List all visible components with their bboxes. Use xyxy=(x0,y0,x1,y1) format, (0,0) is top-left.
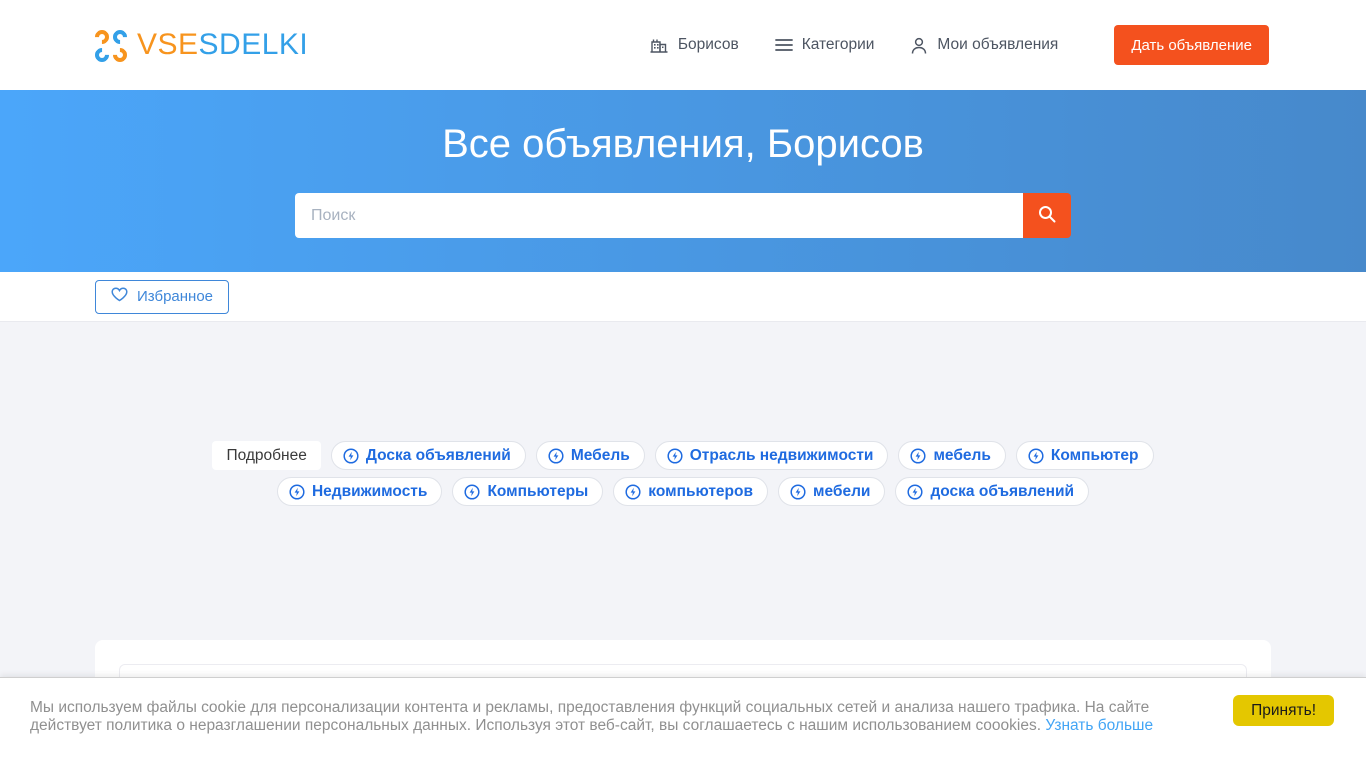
bolt-circle-icon xyxy=(907,483,924,500)
logo-text: VSESDELKI xyxy=(137,28,309,61)
nav-item-label: Категории xyxy=(801,36,875,53)
tag-chip[interactable]: мебели xyxy=(778,477,886,506)
tag-chip[interactable]: Мебель xyxy=(535,441,645,470)
bolt-circle-icon xyxy=(625,483,641,500)
tag-chip-label: Недвижимость xyxy=(311,482,428,500)
tag-chip-label: компьютеров xyxy=(648,482,753,500)
header: VSESDELKI Борисов Категории Мои объявлен… xyxy=(0,0,1366,90)
bolt-circle-icon xyxy=(667,447,683,464)
bolt-circle-icon xyxy=(548,447,564,464)
bolt-circle-icon xyxy=(790,483,806,500)
bolt-circle-icon xyxy=(464,483,480,500)
nav-item-categories[interactable]: Категории xyxy=(774,36,875,54)
tag-chip-label: мебель xyxy=(933,446,991,464)
bolt-circle-icon xyxy=(289,483,305,500)
tag-chip-label: мебели xyxy=(813,482,871,500)
favorites-button[interactable]: Избранное xyxy=(95,279,230,314)
post-ad-button[interactable]: Дать объявление xyxy=(1114,25,1269,65)
crescent-orange-icon xyxy=(92,27,112,47)
tag-chip[interactable]: Отрасль недвижимости xyxy=(654,441,889,470)
tag-chip-label: Мебель xyxy=(570,446,630,464)
search-input[interactable] xyxy=(295,193,1023,238)
tag-chip[interactable]: Недвижимость xyxy=(276,477,443,506)
tag-chip[interactable]: доска объявлений xyxy=(895,477,1090,506)
tag-chip[interactable]: Компьютеры xyxy=(452,477,604,506)
tag-chip-label: доска объявлений xyxy=(930,482,1075,500)
menu-icon xyxy=(774,38,793,52)
cookie-accept-button[interactable]: Принять! xyxy=(1233,695,1334,726)
crescent-blue-icon xyxy=(110,27,130,47)
cookie-banner: Мы используем файлы cookie для персонали… xyxy=(0,677,1366,768)
hero-banner: Все объявления, Борисов xyxy=(0,90,1366,272)
search-bar xyxy=(295,193,1071,238)
tag-chip-label: Отрасль недвижимости xyxy=(689,446,874,464)
tag-chip[interactable]: Компьютер xyxy=(1015,441,1154,470)
cookie-text: Мы используем файлы cookie для персонали… xyxy=(30,699,1166,734)
cookie-message: Мы используем файлы cookie для персонали… xyxy=(30,699,1150,734)
page-title: Все объявления, Борисов xyxy=(442,122,924,166)
nav-item-my-ads[interactable]: Мои объявления xyxy=(910,36,1058,55)
bolt-circle-icon xyxy=(343,447,359,464)
logo-crescents-icon xyxy=(92,27,130,65)
city-icon xyxy=(649,35,669,55)
site-logo[interactable]: VSESDELKI xyxy=(92,27,309,65)
tag-chip-label: Доска объявлений xyxy=(365,446,511,464)
tag-chip-label: Компьютеры xyxy=(487,482,589,500)
nav-item-city[interactable]: Борисов xyxy=(649,35,739,55)
tag-chip[interactable]: мебель xyxy=(898,441,1006,470)
tag-list: Подробнее Доска объявлений Мебель Отрасл… xyxy=(148,441,1218,506)
user-icon xyxy=(910,36,928,55)
nav-item-label: Мои объявления xyxy=(937,36,1059,53)
header-nav: Борисов Категории Мои объявления Дать об xyxy=(649,25,1269,65)
tag-chip-label: Компьютер xyxy=(1050,446,1139,464)
heart-icon xyxy=(111,287,128,306)
tag-chip[interactable]: Доска объявлений xyxy=(330,441,526,470)
nav-item-label: Борисов xyxy=(677,36,739,53)
crescent-orange-icon xyxy=(110,45,130,65)
search-button[interactable] xyxy=(1023,193,1071,238)
crescent-blue-icon xyxy=(92,45,112,65)
favorites-label: Избранное xyxy=(137,288,214,305)
bolt-circle-icon xyxy=(910,447,927,464)
search-icon xyxy=(1037,204,1057,227)
tag-chip[interactable]: компьютеров xyxy=(613,477,768,506)
bolt-circle-icon xyxy=(1028,447,1044,464)
favorites-strip: Избранное xyxy=(0,272,1366,322)
cookie-learn-more-link[interactable]: Узнать больше xyxy=(1045,717,1153,734)
tag-more-button[interactable]: Подробнее xyxy=(212,441,321,470)
